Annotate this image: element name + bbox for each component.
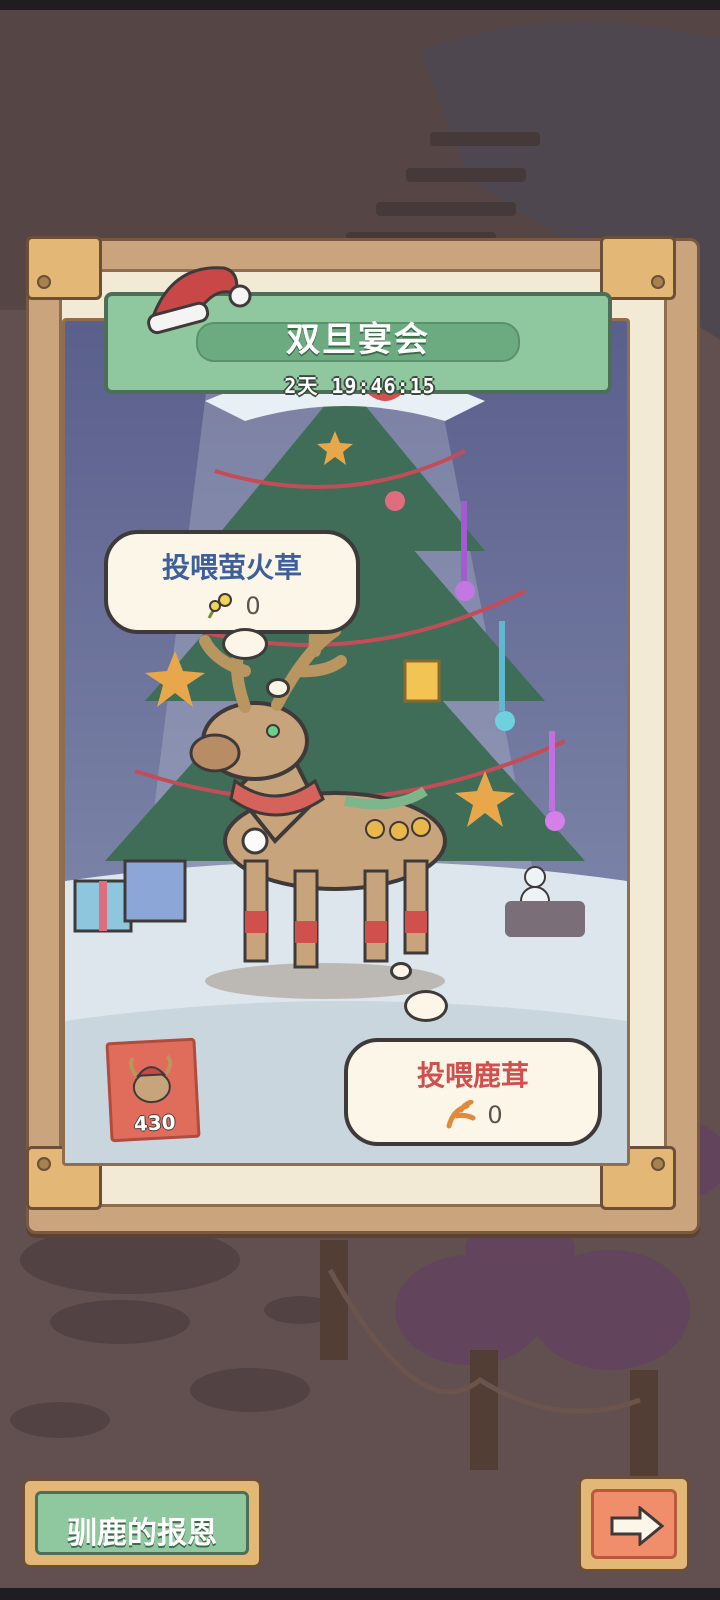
arrow-right-icon — [610, 1506, 665, 1546]
reward-button-face: 驯鹿的报恩 — [35, 1491, 249, 1555]
next-button-face — [591, 1489, 677, 1559]
thought-bubble-dot — [404, 990, 448, 1022]
reindeer-badge[interactable]: 430 — [105, 1037, 201, 1143]
firefly-grass-icon — [208, 593, 233, 619]
status-bar — [0, 0, 720, 10]
feed-antler-button[interactable]: 投喂鹿茸 0 — [344, 1038, 602, 1146]
antler-count: 0 — [487, 1101, 503, 1129]
thought-bubble-dot — [390, 962, 412, 980]
reward-button-label: 驯鹿的报恩 — [67, 1516, 217, 1551]
reindeer-reward-button[interactable]: 驯鹿的报恩 — [22, 1478, 262, 1568]
feed-antler-label: 投喂鹿茸 — [416, 1059, 529, 1092]
thought-bubble-dot — [222, 628, 268, 660]
frame-corner-top-left — [26, 236, 102, 300]
thought-bubble-dot — [266, 678, 290, 698]
game-screen: 双旦宴会 2天 19:46:15 投喂萤火草 0 投喂鹿茸 0 430 驯鹿的报… — [0, 0, 720, 1600]
feed-firefly-grass-button[interactable]: 投喂萤火草 0 — [104, 530, 360, 634]
antler-icon — [446, 1100, 476, 1129]
next-button[interactable] — [578, 1476, 690, 1572]
firefly-grass-count: 0 — [245, 592, 261, 620]
santa-hat-icon — [147, 266, 252, 335]
reindeer-portrait-icon — [129, 1054, 173, 1104]
event-countdown: 2天 19:46:15 — [284, 374, 436, 398]
reindeer-badge-count: 430 — [133, 1109, 177, 1137]
navigation-bar — [0, 1588, 720, 1600]
reindeer-christmas-illustration — [65, 321, 627, 1163]
feed-firefly-grass-label: 投喂萤火草 — [161, 551, 302, 584]
frame-corner-top-right — [600, 236, 676, 300]
